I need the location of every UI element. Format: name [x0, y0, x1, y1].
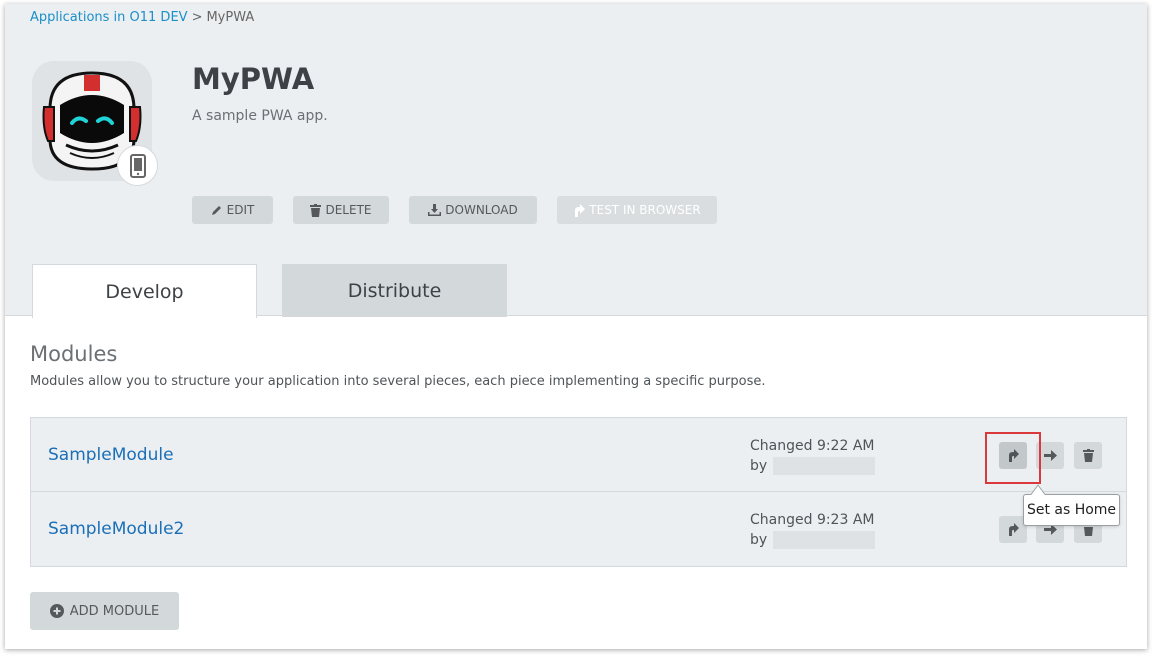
- delete-module-button[interactable]: [1074, 442, 1102, 469]
- download-button-label: DOWNLOAD: [445, 203, 518, 217]
- download-icon: [428, 204, 442, 216]
- breadcrumb-link-applications[interactable]: Applications in O11 DEV: [30, 10, 188, 25]
- app-detail-window: Applications in O11 DEV > MyPWA MyPWA A …: [5, 4, 1147, 649]
- test-in-browser-button[interactable]: TEST IN BROWSER: [557, 196, 717, 224]
- breadcrumb-current: MyPWA: [206, 10, 255, 25]
- trash-icon: [310, 203, 322, 217]
- module-changed-time: Changed 9:23 AM: [750, 512, 875, 528]
- tab-distribute[interactable]: Distribute: [282, 264, 507, 317]
- modules-description: Modules allow you to structure your appl…: [30, 374, 766, 389]
- module-changed-info: Changed 9:22 AM by: [750, 436, 876, 476]
- module-row: SampleModule Changed 9:22 AM by: [31, 418, 1126, 492]
- test-in-browser-label: TEST IN BROWSER: [589, 203, 701, 217]
- arrow-right-icon: [1043, 450, 1057, 461]
- edit-button-label: EDIT: [226, 203, 255, 217]
- app-description: A sample PWA app.: [192, 108, 328, 124]
- module-changed-by-label: by: [750, 458, 768, 474]
- mobile-phone-icon: [117, 145, 158, 186]
- tooltip-text: Set as Home: [1026, 502, 1117, 518]
- modules-title: Modules: [30, 342, 118, 366]
- set-as-home-tooltip: Set as Home: [1023, 484, 1120, 526]
- add-module-label: ADD MODULE: [69, 603, 160, 619]
- module-changed-time: Changed 9:22 AM: [750, 438, 875, 454]
- redacted-username: [773, 531, 876, 549]
- set-home-icon: [1007, 449, 1019, 462]
- modules-list: SampleModule Changed 9:22 AM by SampleMo…: [30, 417, 1127, 567]
- trash-icon: [1082, 449, 1094, 462]
- module-link[interactable]: SampleModule: [48, 445, 174, 465]
- module-changed-info: Changed 9:23 AM by: [750, 510, 876, 550]
- app-title: MyPWA: [192, 62, 315, 96]
- set-as-home-button[interactable]: [999, 442, 1027, 469]
- redacted-username: [773, 457, 876, 475]
- edit-button[interactable]: EDIT: [192, 196, 273, 224]
- module-row: SampleModule2 Changed 9:23 AM by: [31, 492, 1126, 566]
- module-changed-by-label: by: [750, 532, 768, 548]
- open-module-button[interactable]: [1036, 442, 1064, 469]
- breadcrumb: Applications in O11 DEV > MyPWA: [30, 10, 254, 25]
- delete-button[interactable]: DELETE: [293, 196, 389, 224]
- tab-develop[interactable]: Develop: [32, 264, 257, 318]
- module-link[interactable]: SampleModule2: [48, 519, 184, 539]
- download-button[interactable]: DOWNLOAD: [409, 196, 537, 224]
- add-module-button[interactable]: ADD MODULE: [30, 592, 179, 630]
- pencil-icon: [211, 204, 223, 216]
- breadcrumb-separator: >: [191, 10, 203, 25]
- delete-button-label: DELETE: [325, 203, 372, 217]
- open-external-icon: [573, 203, 586, 217]
- set-home-icon: [1007, 523, 1019, 536]
- plus-circle-icon: [49, 604, 64, 618]
